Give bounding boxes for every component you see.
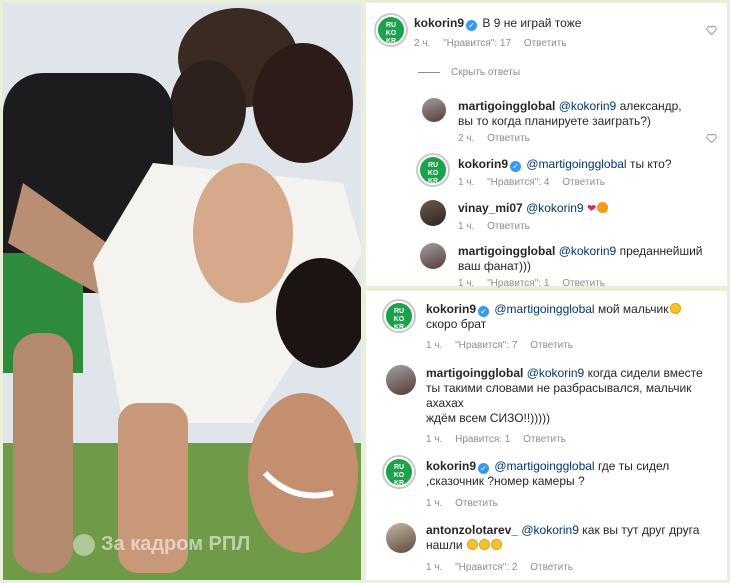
likes-count[interactable]: "Нравится": 4	[487, 177, 549, 188]
avatar[interactable]	[386, 523, 416, 553]
heart-icon[interactable]	[706, 25, 717, 35]
photo-illustration	[3, 3, 361, 580]
avatar[interactable]: RU KO KR	[384, 457, 414, 487]
likes-count[interactable]: Нравится: 1	[455, 434, 510, 445]
username[interactable]: kokorin9	[426, 302, 476, 316]
username[interactable]: antonzolotarev_	[426, 523, 518, 537]
post-photo: За кадром РПЛ	[3, 3, 361, 580]
laughing-emoji-icon	[490, 539, 502, 550]
comment-time: 1 ч.	[426, 562, 443, 573]
comments-panel-2: RU KO KR kokorin9 ✓ @martigoingglobal мой м…	[366, 291, 727, 580]
username[interactable]: kokorin9	[458, 157, 508, 171]
reply-button[interactable]: Ответить	[562, 177, 605, 188]
comment-text-line4: ждём всем СИЗО!!)))))	[426, 411, 551, 425]
username[interactable]: vinay_mi07	[458, 201, 523, 215]
hide-replies-line	[418, 72, 440, 73]
comment-text: мой мальчик	[597, 302, 669, 316]
reply-button[interactable]: Ответить	[530, 562, 573, 573]
reply-button[interactable]: Ответить	[523, 434, 566, 445]
reply-button[interactable]: Ответить	[562, 278, 605, 289]
likes-count[interactable]: "Нравится": 7	[455, 340, 517, 351]
likes-count[interactable]: "Нравится": 17	[443, 38, 511, 49]
avatar[interactable]: RU KO KR	[384, 301, 414, 331]
comment-time: 2 ч.	[458, 133, 475, 144]
comment-text: где ты сидел	[597, 459, 670, 473]
username[interactable]: kokorin9	[414, 16, 464, 30]
reply-button[interactable]: Ответить	[487, 133, 530, 144]
username[interactable]: martigoingglobal	[426, 366, 523, 380]
hide-replies-button[interactable]: Скрыть ответы	[451, 67, 520, 78]
comment-time: 1 ч.	[426, 498, 443, 509]
avatar[interactable]	[420, 243, 446, 269]
heart-eyes-emoji-icon	[669, 303, 681, 314]
avatar[interactable]: RU KO KR	[418, 155, 448, 185]
mention[interactable]: @kokorin9	[521, 523, 579, 537]
reply-button[interactable]: Ответить	[455, 498, 498, 509]
comment-text: В 9 не играй тоже	[482, 16, 582, 30]
heart-icon[interactable]	[706, 133, 717, 143]
fire-emoji-icon	[597, 202, 609, 213]
avatar[interactable]: RU KO KR	[376, 15, 406, 45]
username[interactable]: martigoingglobal	[458, 244, 555, 258]
comment-time: 1 ч.	[458, 278, 475, 289]
heart-emoji-icon: ❤	[586, 203, 597, 215]
likes-count[interactable]: "Нравится": 2	[455, 562, 517, 573]
username[interactable]: martigoingglobal	[458, 99, 555, 113]
username[interactable]: kokorin9	[426, 459, 476, 473]
comment-text: как вы тут друг друга	[582, 523, 700, 537]
mention[interactable]: @martigoingglobal	[494, 459, 594, 473]
watermark-logo-icon	[73, 533, 95, 556]
mention[interactable]: @kokorin9	[527, 366, 585, 380]
comment-text: когда сидели вместе	[587, 366, 703, 380]
comment-text-line2: ты такими словами не разбрасывался, маль…	[426, 381, 692, 395]
comment-time: 2 ч.	[414, 38, 431, 49]
mention[interactable]: @kokorin9	[559, 99, 617, 113]
comment-time: 1 ч.	[426, 340, 443, 351]
reply-button[interactable]: Ответить	[524, 38, 567, 49]
mention[interactable]: @martigoingglobal	[526, 157, 626, 171]
mention[interactable]: @kokorin9	[559, 244, 617, 258]
comments-panel-1: RU KO KR kokorin9 ✓ В 9 не играй тоже 2 ч. …	[366, 3, 727, 289]
verified-badge-icon: ✓	[478, 463, 490, 474]
watermark: За кадром РПЛ	[73, 533, 250, 556]
reply-button[interactable]: Ответить	[530, 340, 573, 351]
comment-time: 1 ч.	[458, 221, 475, 232]
laughing-emoji-icon	[478, 539, 490, 550]
reply-button[interactable]: Ответить	[487, 221, 530, 232]
comment-time: 1 ч.	[458, 177, 475, 188]
comment-text-line2: ,сказочник ?номер камеры ?	[426, 474, 585, 488]
comment-text-line2: нашли	[426, 538, 463, 552]
avatar[interactable]	[420, 200, 446, 226]
laughing-emoji-icon	[466, 539, 478, 550]
comment-text-line2: скоро брат	[426, 317, 487, 331]
comment-time: 1 ч.	[426, 434, 443, 445]
comment-text: ты кто?	[629, 157, 672, 171]
verified-badge-icon: ✓	[510, 161, 522, 172]
comment-text-line3: ахахах	[426, 396, 464, 410]
likes-count[interactable]: "Нравится": 1	[487, 278, 549, 289]
mention[interactable]: @kokorin9	[526, 201, 584, 215]
avatar[interactable]	[422, 98, 446, 122]
verified-badge-icon: ✓	[478, 306, 490, 317]
watermark-text: За кадром РПЛ	[101, 533, 251, 555]
mention[interactable]: @martigoingglobal	[494, 302, 594, 316]
avatar[interactable]	[386, 365, 416, 395]
verified-badge-icon: ✓	[466, 20, 478, 31]
